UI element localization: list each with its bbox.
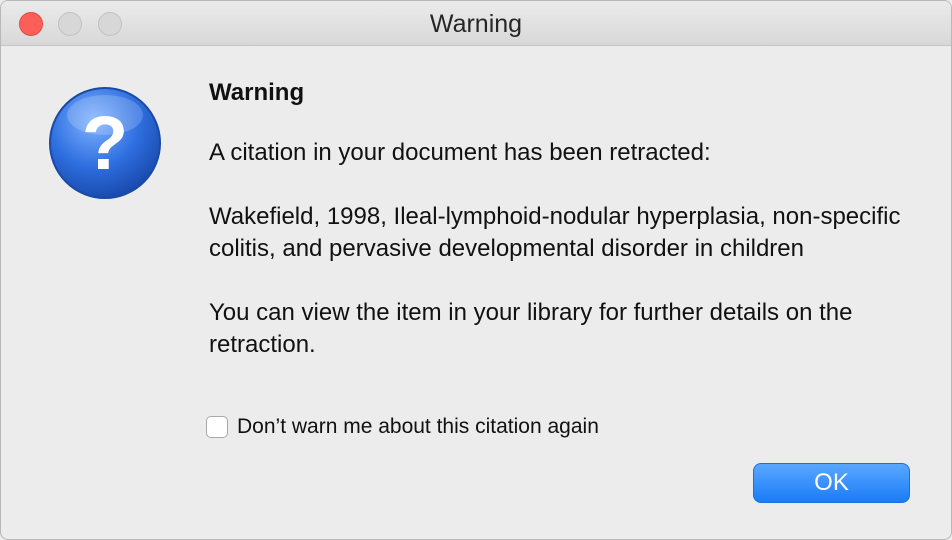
- retraction-message: A citation in your document has been ret…: [209, 139, 711, 166]
- dont-warn-option[interactable]: Don’t warn me about this citation again: [206, 415, 599, 439]
- zoom-window-button[interactable]: [98, 12, 122, 36]
- warning-dialog-window: Warning ? Warning A citation in your doc…: [0, 0, 952, 540]
- dialog-heading: Warning: [209, 79, 305, 106]
- svg-text:?: ?: [82, 101, 128, 186]
- ok-button[interactable]: OK: [753, 463, 910, 503]
- title-bar[interactable]: Warning: [1, 1, 951, 46]
- close-window-button[interactable]: [19, 12, 43, 36]
- window-title: Warning: [429, 10, 523, 38]
- dialog-content: Warning A citation in your document has …: [209, 77, 909, 393]
- minimize-window-button[interactable]: [58, 12, 82, 36]
- details-message: You can view the item in your library fo…: [209, 299, 853, 358]
- dont-warn-checkbox[interactable]: [206, 416, 228, 438]
- question-icon: ?: [47, 85, 163, 201]
- dont-warn-label[interactable]: Don’t warn me about this citation again: [237, 415, 599, 439]
- citation-text: Wakefield, 1998, Ileal-lymphoid-nodular …: [209, 203, 901, 262]
